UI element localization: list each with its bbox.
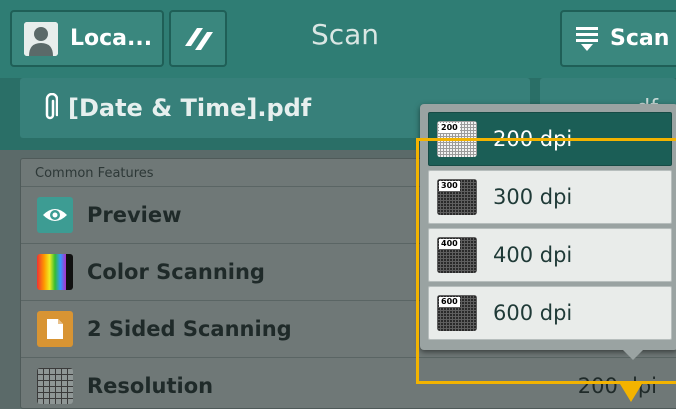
feature-label: 2 Sided Scanning bbox=[87, 316, 292, 341]
local-user-label: Loca... bbox=[70, 26, 153, 51]
feature-label: Color Scanning bbox=[87, 259, 265, 284]
scan-label: Scan bbox=[610, 26, 670, 51]
local-user-button[interactable]: Loca... bbox=[10, 10, 164, 67]
feature-label: Resolution bbox=[87, 373, 214, 398]
color-bars-icon bbox=[37, 253, 73, 290]
paperclip-icon bbox=[45, 93, 58, 120]
reset-slash-icon bbox=[185, 27, 213, 50]
features-header: Common Features bbox=[35, 166, 154, 181]
file-name: [Date & Time].pdf bbox=[68, 94, 312, 122]
reset-button[interactable] bbox=[169, 10, 227, 67]
two-sided-icon bbox=[37, 310, 73, 347]
user-icon bbox=[24, 21, 58, 56]
grid-icon bbox=[37, 367, 73, 404]
highlight-frame bbox=[416, 138, 676, 384]
top-bar: Loca... Scan Scan bbox=[0, 0, 676, 78]
scan-button[interactable]: Scan bbox=[560, 10, 676, 67]
feature-label: Preview bbox=[87, 202, 182, 227]
highlight-arrow-icon bbox=[620, 384, 642, 402]
page-title: Scan bbox=[310, 18, 380, 51]
scanner-icon bbox=[576, 26, 598, 51]
eye-icon bbox=[37, 196, 73, 233]
